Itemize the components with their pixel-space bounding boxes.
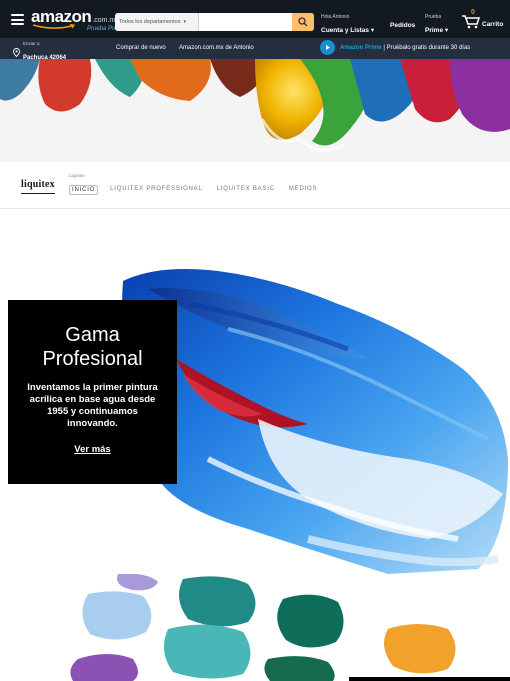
- cart-button[interactable]: 0 Carrito: [461, 9, 504, 29]
- hero-description: Inventamos la primer pintura acrílica en…: [27, 382, 158, 429]
- prime-label: Prime: [425, 27, 444, 35]
- department-label: Todos los departamentos: [119, 19, 181, 25]
- play-icon: [320, 40, 335, 55]
- tab-medios[interactable]: MEDIOS: [287, 185, 319, 195]
- account-greeting: Hola Antonio: [321, 14, 350, 20]
- hero-title-line-1: Gama: [65, 324, 120, 346]
- smile-icon: [32, 24, 76, 29]
- deliver-label: Enviar a: [23, 41, 40, 46]
- location-pin-icon: [13, 47, 20, 57]
- caret-down-icon: ▾: [443, 27, 449, 35]
- department-select[interactable]: Todos los departamentos ▾: [115, 13, 199, 31]
- tab-inicio[interactable]: INICIO: [69, 185, 99, 195]
- secondary-navigation-bar: Enviar a Pachuca 42064 Comprar de nuevo …: [0, 38, 510, 61]
- liquitex-logo[interactable]: liquitex: [21, 179, 55, 194]
- cart-count: 0: [471, 9, 475, 16]
- my-amazon-link[interactable]: Amazon.com.mx de Antonio: [179, 45, 254, 51]
- buy-again-link[interactable]: Comprar de nuevo: [116, 45, 166, 51]
- hero-card: Gama Profesional Inventamos la primer pi…: [8, 300, 177, 484]
- hero-section: Gama Profesional Inventamos la primer pi…: [8, 209, 510, 574]
- paint-swatches-illustration: [8, 574, 510, 681]
- brand-navigation: liquitex Liquitex INICIO LIQUITEX PROFES…: [0, 162, 510, 209]
- amazon-logo[interactable]: amazon.com.mx Prueba Prime: [31, 7, 124, 32]
- search-button[interactable]: [292, 13, 314, 31]
- promo-text: Amazon Prime | Pruébalo gratis durante 3…: [340, 45, 470, 51]
- caret-down-icon: ▾: [183, 19, 186, 25]
- prime-greeting: Prueba: [425, 14, 442, 20]
- prime-promo[interactable]: Amazon Prime | Pruébalo gratis durante 3…: [320, 40, 470, 55]
- account-menu[interactable]: Hola Antonio Cuenta y Listas ▾: [321, 14, 375, 37]
- promo-message: | Pruébalo gratis durante 30 días: [381, 44, 471, 51]
- hamburger-icon[interactable]: [11, 14, 24, 25]
- bottom-promo-box: [349, 677, 510, 681]
- brand-breadcrumb: Liquitex: [69, 173, 85, 178]
- cart-label: Carrito: [482, 21, 504, 28]
- prime-menu[interactable]: Prueba Prime ▾: [425, 14, 449, 37]
- hero-title: Gama Profesional: [8, 323, 177, 371]
- paint-splash-illustration: [0, 59, 510, 162]
- tab-liquitex-basic[interactable]: LIQUITEX BASIC: [215, 185, 277, 195]
- search-icon: [298, 17, 308, 27]
- hero-title-line-2: Profesional: [42, 348, 143, 370]
- see-more-link[interactable]: Ver más: [74, 444, 110, 455]
- search-input[interactable]: [199, 13, 292, 31]
- cart-icon: [462, 15, 481, 29]
- paint-swatches-image: [8, 574, 510, 681]
- brand-tabs: INICIO LIQUITEX PROFESSIONAL LIQUITEX BA…: [69, 185, 319, 195]
- top-navigation-bar: amazon.com.mx Prueba Prime Todos los dep…: [0, 0, 510, 38]
- caret-down-icon: ▾: [369, 27, 375, 35]
- promo-brand: Amazon Prime: [340, 44, 382, 51]
- tab-liquitex-professional[interactable]: LIQUITEX PROFESSIONAL: [108, 185, 205, 195]
- search-bar: Todos los departamentos ▾: [115, 13, 314, 31]
- orders-link[interactable]: Pedidos: [390, 22, 415, 29]
- top-banner-image: [0, 59, 510, 162]
- account-label: Cuenta y Listas: [321, 27, 370, 35]
